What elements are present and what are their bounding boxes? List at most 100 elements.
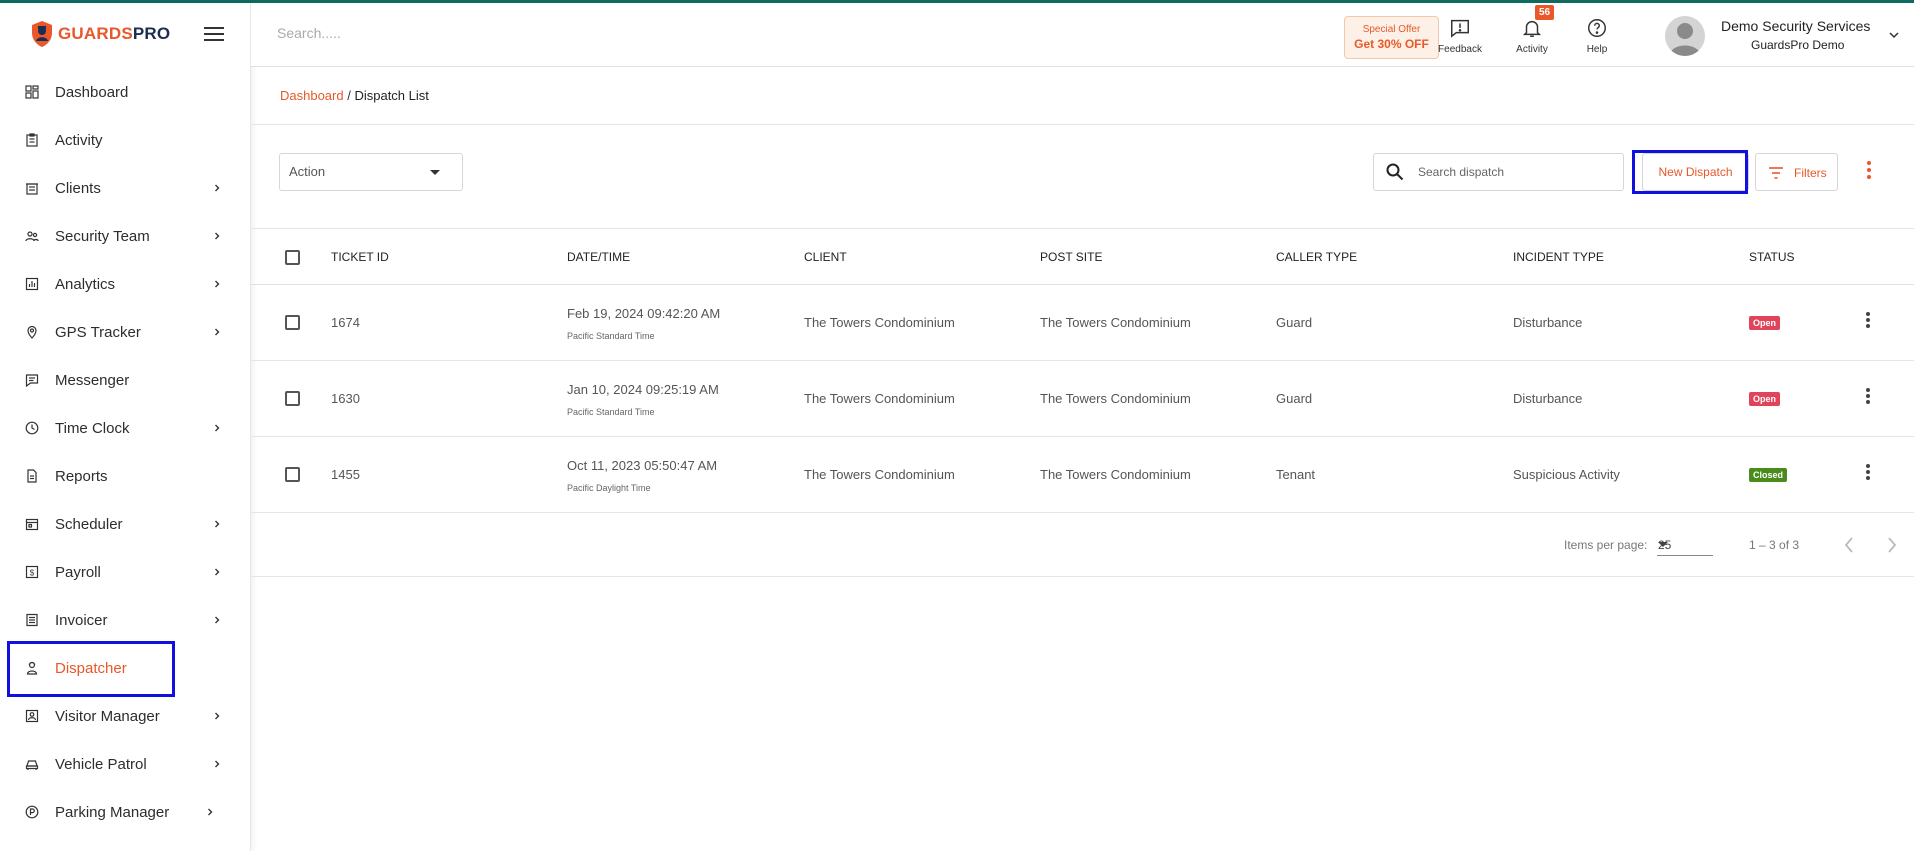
cell-post-site: The Towers Condominium [1040, 467, 1191, 482]
bell-icon [1522, 20, 1542, 37]
status-badge: Open [1749, 316, 1781, 330]
cell-client: The Towers Condominium [804, 391, 955, 406]
activity-badge: 56 [1535, 5, 1555, 20]
chevron-right-icon [215, 760, 220, 768]
column-header-caller-type[interactable]: CALLER TYPE [1276, 250, 1357, 264]
sidebar-item-label: GPS Tracker [55, 323, 141, 341]
column-header-datetime[interactable]: DATE/TIME [567, 250, 630, 264]
chevron-left-icon[interactable] [1843, 536, 1855, 554]
activity-button[interactable]: 56 Activity [1502, 5, 1562, 55]
chevron-right-icon [215, 328, 220, 336]
sidebar-item-scheduler[interactable]: Scheduler [0, 500, 250, 548]
chevron-right-icon [208, 808, 213, 816]
svg-text:$: $ [30, 569, 35, 578]
column-header-incident-type[interactable]: INCIDENT TYPE [1513, 250, 1604, 264]
more-options-icon[interactable] [1866, 161, 1872, 185]
sidebar-item-reports[interactable]: Reports [0, 452, 250, 500]
chevron-right-icon [215, 712, 220, 720]
breadcrumb-dashboard-link[interactable]: Dashboard [280, 88, 344, 103]
column-header-post-site[interactable]: POST SITE [1040, 250, 1102, 264]
column-header-ticket-id[interactable]: TICKET ID [331, 250, 389, 264]
table-row[interactable]: 1455 The Towers Condominium The Towers Con… [251, 437, 1914, 513]
message-icon [25, 373, 39, 387]
sidebar-item-clients[interactable]: Clients [0, 164, 250, 212]
top-header: Search..... Special Offer Get 30% OFF Fe… [251, 3, 1914, 67]
items-per-page-select[interactable]: 25 [1657, 534, 1713, 556]
dropdown-caret-icon [430, 170, 440, 175]
chevron-down-icon[interactable] [1889, 31, 1899, 39]
avatar[interactable] [1665, 16, 1705, 56]
location-pin-icon [25, 325, 39, 339]
global-search-input[interactable]: Search..... [277, 25, 341, 41]
sidebar-item-visitor-manager[interactable]: Visitor Manager [0, 692, 250, 740]
sidebar-item-label: Dispatcher [55, 659, 127, 677]
building-icon [25, 181, 39, 195]
team-icon [25, 229, 39, 243]
table-row[interactable]: 1674 The Towers Condominium The Towers Con… [251, 285, 1914, 361]
parking-icon [25, 805, 39, 819]
chevron-right-icon [215, 424, 220, 432]
sidebar-item-dispatcher[interactable]: Dispatcher [0, 644, 250, 692]
sidebar-item-messenger[interactable]: Messenger [0, 356, 250, 404]
sidebar-item-dashboard[interactable]: Dashboard [0, 68, 250, 116]
row-more-options-icon[interactable] [1865, 464, 1871, 484]
sidebar-nav: Dashboard Activity Clients Security Team Ana… [0, 68, 250, 836]
cell-timezone: Pacific Standard Time [567, 331, 655, 341]
chevron-right-icon[interactable] [1886, 536, 1898, 554]
search-icon [1386, 163, 1404, 181]
row-checkbox[interactable] [285, 315, 300, 330]
chevron-right-icon [215, 184, 220, 192]
activity-label: Activity [1516, 44, 1548, 55]
cell-post-site: The Towers Condominium [1040, 391, 1191, 406]
invoice-icon [25, 613, 39, 627]
select-all-checkbox[interactable] [285, 250, 300, 265]
status-badge: Open [1749, 392, 1781, 406]
sidebar-item-label: Dashboard [55, 83, 129, 101]
user-name[interactable]: Demo Security Services [1721, 18, 1870, 34]
cell-client: The Towers Condominium [804, 315, 955, 330]
sidebar-item-invoicer[interactable]: Invoicer [0, 596, 250, 644]
table-row[interactable]: 1630 The Towers Condominium The Towers Con… [251, 361, 1914, 437]
sidebar-item-parking-manager[interactable]: Parking Manager [0, 788, 250, 836]
shield-logo-icon [32, 21, 52, 47]
cell-caller-type: Tenant [1276, 467, 1316, 482]
search-dispatch-input[interactable]: Search dispatch [1373, 153, 1624, 191]
chevron-right-icon [215, 616, 220, 624]
feedback-button[interactable]: Feedback [1430, 17, 1490, 55]
sidebar-item-label: Security Team [55, 227, 150, 245]
sidebar-item-security-team[interactable]: Security Team [0, 212, 250, 260]
sidebar-item-label: Time Clock [55, 419, 130, 437]
cell-post-site: The Towers Condominium [1040, 315, 1191, 330]
sidebar-item-gps-tracker[interactable]: GPS Tracker [0, 308, 250, 356]
action-select[interactable]: Action [279, 153, 463, 191]
chevron-right-icon [215, 568, 220, 576]
sidebar-item-label: Reports [55, 467, 108, 485]
help-label: Help [1586, 44, 1608, 55]
row-more-options-icon[interactable] [1865, 388, 1871, 408]
sidebar-item-time-clock[interactable]: Time Clock [0, 404, 250, 452]
cell-incident-type: Suspicious Activity [1513, 467, 1620, 482]
column-header-status[interactable]: STATUS [1749, 250, 1795, 264]
payroll-icon: $ [25, 565, 39, 579]
help-button[interactable]: Help [1567, 17, 1627, 55]
sidebar-item-activity[interactable]: Activity [0, 116, 250, 164]
offer-title: Special Offer [1362, 24, 1421, 35]
row-checkbox[interactable] [285, 467, 300, 482]
column-header-client[interactable]: CLIENT [804, 250, 847, 264]
menu-toggle-icon[interactable] [204, 27, 224, 41]
filters-button[interactable]: Filters [1755, 153, 1838, 191]
sidebar-item-analytics[interactable]: Analytics [0, 260, 250, 308]
sidebar-item-payroll[interactable]: $ Payroll [0, 548, 250, 596]
row-more-options-icon[interactable] [1865, 312, 1871, 332]
dispatcher-icon [25, 661, 39, 675]
logo[interactable]: GUARDSPRO [0, 3, 250, 65]
new-dispatch-button[interactable]: New Dispatch [1642, 153, 1749, 191]
car-icon [25, 757, 39, 771]
document-icon [25, 469, 39, 483]
cell-timezone: Pacific Daylight Time [567, 483, 651, 493]
row-checkbox[interactable] [285, 391, 300, 406]
sidebar-item-vehicle-patrol[interactable]: Vehicle Patrol [0, 740, 250, 788]
dropdown-caret-icon [1658, 542, 1668, 547]
sidebar-item-label: Vehicle Patrol [55, 755, 147, 773]
special-offer-button[interactable]: Special Offer Get 30% OFF [1344, 16, 1439, 59]
